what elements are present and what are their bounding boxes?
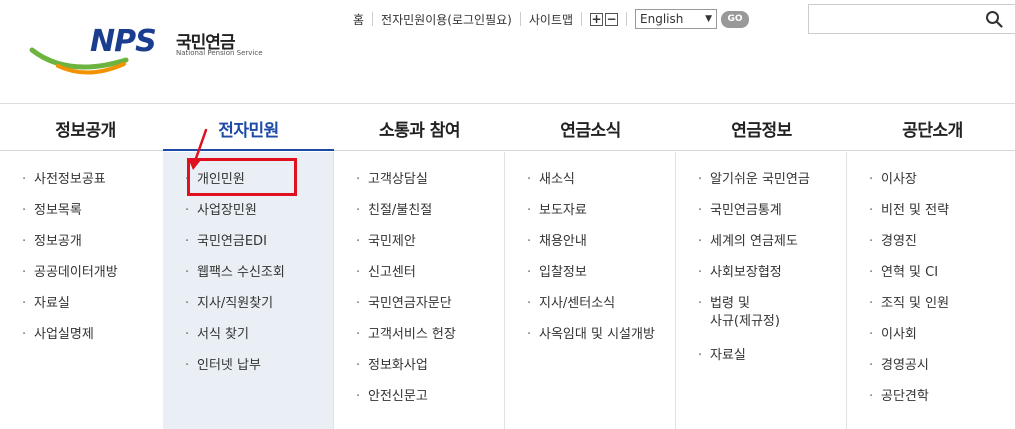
submenu-item[interactable]: 새소식	[525, 171, 655, 202]
nav-info-disclosure[interactable]: 정보공개	[0, 105, 171, 151]
epetition-link[interactable]: 전자민원이용(로그인필요)	[373, 11, 520, 28]
nav-about[interactable]: 공단소개	[847, 105, 1015, 151]
search-input[interactable]	[809, 5, 979, 33]
site-header: NPS 국민연금 National Pension Service 홈 전자민원…	[0, 0, 1015, 104]
submenu-item[interactable]: 채용안내	[525, 233, 655, 264]
submenu-item[interactable]: 경영진	[867, 233, 949, 264]
submenu-item[interactable]: 공단견학	[867, 388, 949, 419]
submenu-communication: 고객상담실 친절/불친절 국민제안 신고센터 국민연금자문단 고객서비스 헌장 …	[334, 152, 505, 429]
submenu-item[interactable]: 지사/센터소식	[525, 295, 655, 326]
submenu-item[interactable]: 사업실명제	[20, 326, 118, 357]
language-select-value: English	[640, 12, 684, 26]
submenu-item[interactable]: 사회보장협정	[696, 264, 810, 295]
nav-pension-news[interactable]: 연금소식	[505, 105, 676, 151]
submenu-item-regulations-line1: 법령 및	[710, 296, 751, 311]
submenu-info-disclosure: 사전정보공표 정보목록 정보공개 공공데이터개방 자료실 사업실명제	[0, 152, 171, 429]
submenu-item[interactable]: 웹팩스 수신조회	[183, 264, 285, 295]
submenu-item[interactable]: 정보공개	[20, 233, 118, 264]
submenu-item[interactable]: 이사회	[867, 326, 949, 357]
submenu-item[interactable]: 입찰정보	[525, 264, 655, 295]
submenu-item[interactable]: 인터넷 납부	[183, 357, 285, 388]
search-icon[interactable]	[985, 10, 1003, 28]
utility-bar: 홈 전자민원이용(로그인필요) 사이트맵 + − English ▼ GO	[345, 9, 750, 29]
submenu-item[interactable]: 국민연금자문단	[354, 295, 456, 326]
submenu-item[interactable]: 이사장	[867, 171, 949, 202]
language-select[interactable]: English ▼	[635, 9, 718, 29]
submenu-pension-news: 새소식 보도자료 채용안내 입찰정보 지사/센터소식 사옥임대 및 시설개방	[505, 152, 676, 429]
submenu-item[interactable]: 정보화사업	[354, 357, 456, 388]
submenu-item[interactable]: 고객상담실	[354, 171, 456, 202]
divider	[581, 12, 583, 26]
zoom-in-button[interactable]: +	[590, 12, 604, 26]
submenu-pension-info: 알기쉬운 국민연금 국민연금통계 세계의 연금제도 사회보장협정 법령 및 사규…	[676, 152, 847, 429]
submenu-item[interactable]: 세계의 연금제도	[696, 233, 810, 264]
logo-text: NPS	[90, 24, 157, 59]
nav-communication[interactable]: 소통과 참여	[334, 105, 505, 151]
submenu-item[interactable]: 알기쉬운 국민연금	[696, 171, 810, 202]
search-box	[808, 4, 1015, 34]
submenu-item[interactable]: 국민연금EDI	[183, 233, 285, 264]
submenu-item[interactable]: 국민제안	[354, 233, 456, 264]
submenu-item[interactable]: 조직 및 인원	[867, 295, 949, 326]
submenu-item[interactable]: 보도자료	[525, 202, 655, 233]
logo-name-en: National Pension Service	[176, 49, 263, 57]
zoom-out-button[interactable]: −	[605, 12, 619, 26]
main-nav: 정보공개 전자민원 소통과 참여 연금소식 연금정보 공단소개	[0, 105, 1015, 151]
submenu-item[interactable]: 정보목록	[20, 202, 118, 233]
nav-pension-info[interactable]: 연금정보	[676, 105, 847, 151]
submenu-item-regulations-line2: 사규(제규정)	[710, 314, 780, 329]
zoom-controls: + −	[590, 12, 619, 26]
nps-logo[interactable]: NPS 국민연금 National Pension Service	[28, 20, 263, 76]
submenu-item[interactable]: 사전정보공표	[20, 171, 118, 202]
submenu-item[interactable]: 경영공시	[867, 357, 949, 388]
submenu-item[interactable]: 고객서비스 헌장	[354, 326, 456, 357]
submenu-item[interactable]: 사업장민원	[183, 202, 285, 233]
submenu-item[interactable]: 비전 및 전략	[867, 202, 949, 233]
pointer-arrow-icon	[188, 128, 208, 170]
submenu-item[interactable]: 연혁 및 CI	[867, 264, 949, 295]
submenu-item[interactable]: 지사/직원찾기	[183, 295, 285, 326]
submenu-item[interactable]: 공공데이터개방	[20, 264, 118, 295]
submenu-about: 이사장 비전 및 전략 경영진 연혁 및 CI 조직 및 인원 이사회 경영공시…	[847, 152, 1015, 429]
submenu-item-regulations[interactable]: 법령 및 사규(제규정)	[696, 295, 810, 347]
divider	[626, 12, 628, 26]
submenu-item[interactable]: 사옥임대 및 시설개방	[525, 326, 655, 357]
submenu-item[interactable]: 신고센터	[354, 264, 456, 295]
sitemap-link[interactable]: 사이트맵	[521, 11, 581, 28]
submenu-item[interactable]: 서식 찾기	[183, 326, 285, 357]
submenu-item[interactable]: 국민연금통계	[696, 202, 810, 233]
submenu-item[interactable]: 자료실	[20, 295, 118, 326]
home-link[interactable]: 홈	[345, 11, 372, 28]
submenu-item[interactable]: 친절/불친절	[354, 202, 456, 233]
submenu-item[interactable]: 자료실	[696, 347, 810, 378]
chevron-down-icon: ▼	[705, 14, 713, 24]
go-button[interactable]: GO	[721, 10, 750, 28]
submenu-item[interactable]: 안전신문고	[354, 388, 456, 419]
